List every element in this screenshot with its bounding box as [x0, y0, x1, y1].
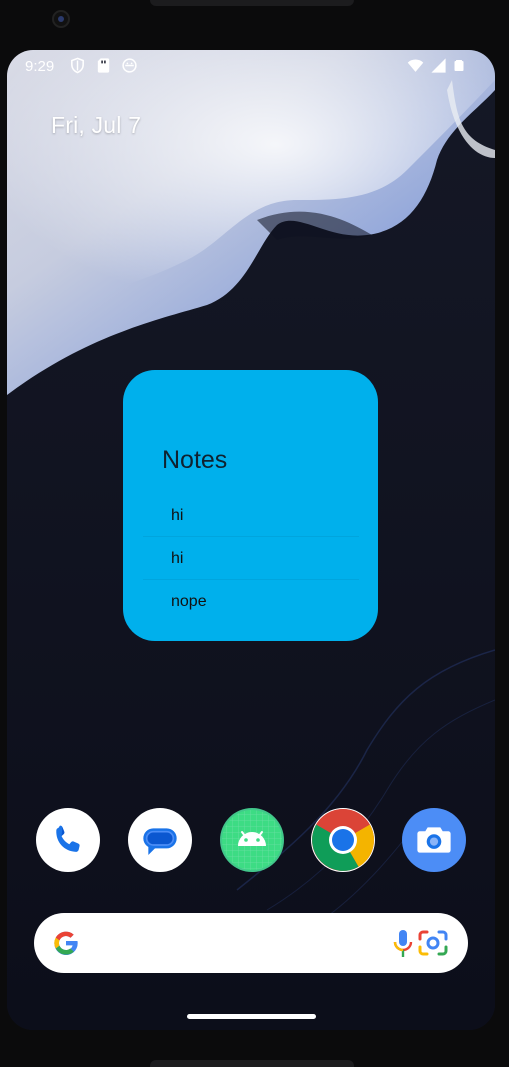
notes-list: hi hi nope [143, 494, 359, 623]
status-bar: 9:29 [7, 50, 495, 82]
camera-app[interactable] [402, 808, 466, 872]
microphone-icon[interactable] [392, 928, 414, 960]
chrome-app[interactable] [311, 808, 375, 872]
google-lens-icon[interactable] [417, 929, 449, 957]
notes-widget-title: Notes [162, 446, 228, 474]
messages-app[interactable] [128, 808, 192, 872]
date-glance[interactable]: Fri, Jul 7 [51, 112, 141, 139]
wifi-icon [407, 59, 424, 72]
phone-app[interactable] [36, 808, 100, 872]
shield-icon [71, 57, 84, 74]
sd-card-icon [97, 58, 110, 73]
google-search-bar[interactable] [34, 913, 468, 973]
status-notification-icons [69, 57, 138, 74]
signal-icon [431, 58, 446, 73]
app-dock [7, 808, 495, 872]
bottom-bezel [150, 1060, 354, 1067]
gesture-nav-handle[interactable] [187, 1014, 316, 1019]
note-item[interactable]: hi [143, 537, 359, 580]
front-camera [52, 10, 70, 28]
battery-icon [454, 60, 464, 71]
speaker-grille [150, 0, 354, 6]
phone-icon [56, 825, 80, 852]
note-item[interactable]: nope [143, 580, 359, 623]
android-head-icon [122, 58, 137, 73]
home-screen: 9:29 Fri, Jul 7 Notes hi hi nope [7, 50, 495, 1030]
camera-icon [417, 827, 451, 853]
android-app[interactable] [220, 808, 284, 872]
status-time: 9:29 [25, 58, 55, 75]
note-item[interactable]: hi [143, 494, 359, 537]
phone-device: 9:29 Fri, Jul 7 Notes hi hi nope [0, 0, 509, 1067]
notes-widget[interactable]: Notes hi hi nope [123, 370, 378, 641]
android-robot-icon [222, 810, 282, 870]
google-g-icon[interactable] [52, 929, 80, 957]
message-bubble-icon [143, 828, 177, 855]
status-system-icons [407, 57, 465, 74]
chrome-icon [312, 809, 374, 871]
